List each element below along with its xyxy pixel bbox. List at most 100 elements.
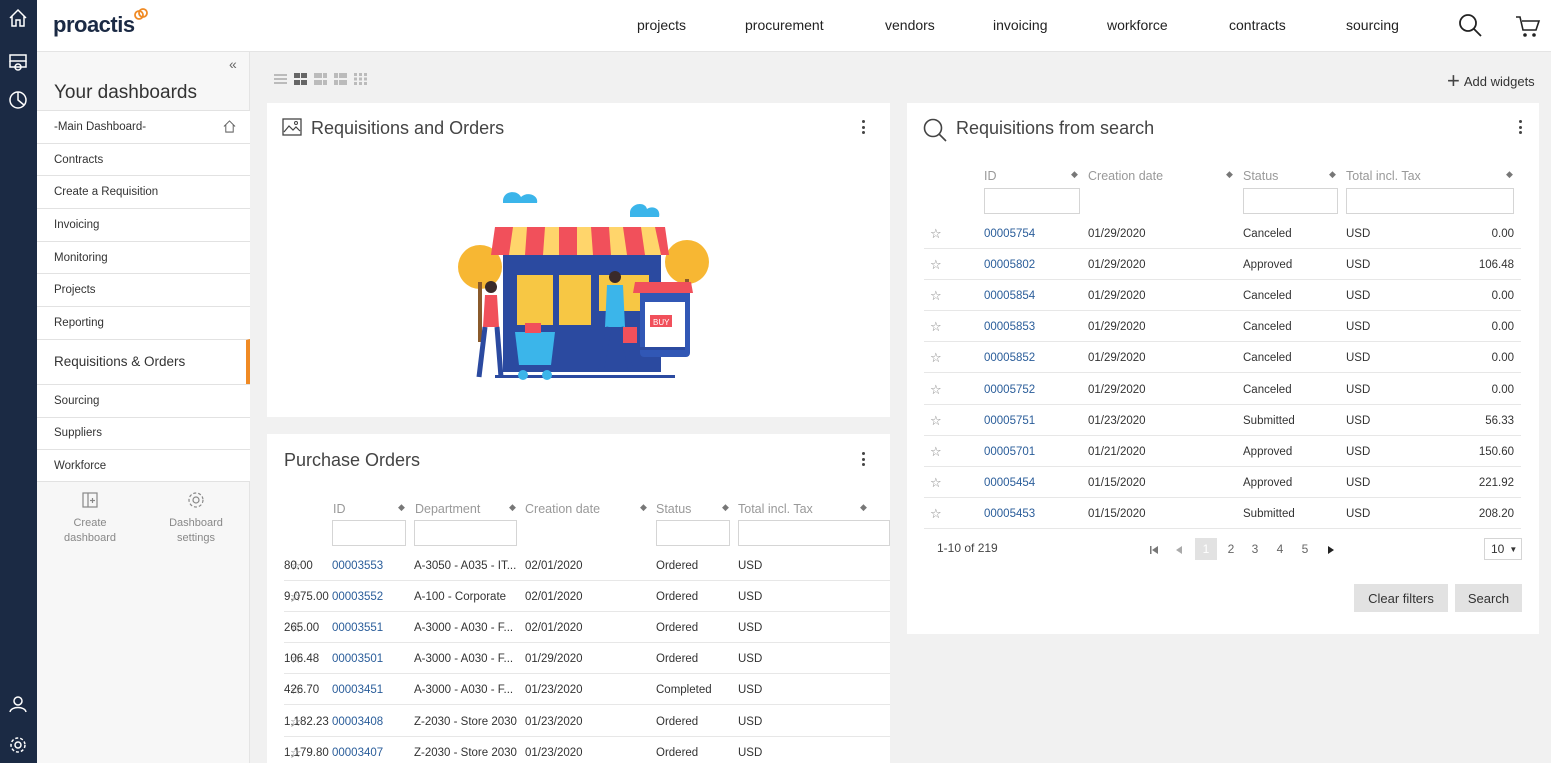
cell-id[interactable]: 00003501 <box>332 653 383 665</box>
cell-id[interactable]: 00003551 <box>332 622 383 634</box>
search-icon[interactable] <box>1457 12 1483 38</box>
page-2[interactable]: 2 <box>1220 538 1242 560</box>
cell-id[interactable]: 00005751 <box>984 415 1035 427</box>
cell-id[interactable]: 00003408 <box>332 716 383 728</box>
sidebar-item-monitoring[interactable]: Monitoring <box>37 240 250 274</box>
cell-id[interactable]: 00003553 <box>332 560 383 572</box>
filter-status-input[interactable] <box>1243 188 1338 214</box>
settings-icon[interactable] <box>6 733 30 757</box>
column-header-status[interactable]: Status <box>656 502 691 516</box>
favorite-star-icon[interactable]: ☆ <box>930 226 942 242</box>
nav-invoicing[interactable]: invoicing <box>993 17 1047 33</box>
filter-department-input[interactable] <box>414 520 517 546</box>
column-header-status[interactable]: Status <box>1243 169 1278 183</box>
table-row[interactable]: ☆ 00005854 01/29/2020 Canceled USD 0.00 <box>924 280 1521 312</box>
layout-wide-right-icon[interactable] <box>334 72 347 85</box>
per-page-select[interactable]: 10 ▼ <box>1484 538 1522 560</box>
analytics-icon[interactable] <box>6 88 30 112</box>
layout-two-column-icon[interactable] <box>294 72 307 85</box>
page-5[interactable]: 5 <box>1294 538 1316 560</box>
table-row[interactable]: ☆ 00003553 A-3050 - A035 - IT... 02/01/2020… <box>284 550 890 581</box>
page-1[interactable]: 1 <box>1195 538 1217 560</box>
favorite-star-icon[interactable]: ☆ <box>930 350 942 366</box>
next-page-icon[interactable] <box>1325 544 1337 556</box>
filter-id-input[interactable] <box>984 188 1080 214</box>
sidebar-item-projects[interactable]: Projects <box>37 273 250 307</box>
cart-icon[interactable] <box>1515 13 1541 39</box>
table-row[interactable]: ☆ 00005754 01/29/2020 Canceled USD 0.00 <box>924 218 1521 249</box>
proactis-logo[interactable]: proactis <box>53 8 148 38</box>
add-widgets-button[interactable]: + Add widgets <box>1447 68 1535 94</box>
nav-contracts[interactable]: contracts <box>1229 17 1286 33</box>
sort-icon[interactable]: ◆ <box>1226 169 1233 180</box>
sidebar-item-invoicing[interactable]: Invoicing <box>37 208 250 241</box>
nav-sourcing[interactable]: sourcing <box>1346 17 1399 33</box>
sort-icon[interactable]: ◆ <box>860 502 867 513</box>
sidebar-item-reporting[interactable]: Reporting <box>37 306 250 339</box>
page-3[interactable]: 3 <box>1244 538 1266 560</box>
cell-id[interactable]: 00005453 <box>984 508 1035 520</box>
favorite-star-icon[interactable]: ☆ <box>930 444 942 460</box>
column-header-id[interactable]: ID <box>984 169 997 183</box>
sort-icon[interactable]: ◆ <box>1506 169 1513 180</box>
cell-id[interactable]: 00005754 <box>984 228 1035 240</box>
cell-id[interactable]: 00005802 <box>984 259 1035 271</box>
home-icon[interactable] <box>6 6 30 30</box>
column-header-id[interactable]: ID <box>333 502 346 516</box>
column-header-creation-date[interactable]: Creation date <box>525 502 600 516</box>
table-row[interactable]: ☆ 00005751 01/23/2020 Submitted USD 56.33 <box>924 405 1521 436</box>
sidebar-item-contracts[interactable]: Contracts <box>37 142 250 176</box>
filter-total-input[interactable] <box>738 520 890 546</box>
column-header-total[interactable]: Total incl. Tax <box>1346 169 1421 183</box>
sort-icon[interactable]: ◆ <box>398 502 405 513</box>
sort-icon[interactable]: ◆ <box>509 502 516 513</box>
widget-menu-icon[interactable] <box>1519 120 1523 136</box>
favorite-star-icon[interactable]: ☆ <box>930 413 942 429</box>
nav-vendors[interactable]: vendors <box>885 17 935 33</box>
widget-menu-icon[interactable] <box>862 120 866 136</box>
sort-icon[interactable]: ◆ <box>722 502 729 513</box>
cell-id[interactable]: 00003407 <box>332 747 383 759</box>
sidebar-item-workforce[interactable]: Workforce <box>37 449 250 482</box>
table-row[interactable]: ☆ 00005701 01/21/2020 Approved USD 150.60 <box>924 436 1521 467</box>
sidebar-item-main-dashboard[interactable]: -Main Dashboard- <box>37 110 250 143</box>
layout-wide-left-icon[interactable] <box>314 72 327 85</box>
page-4[interactable]: 4 <box>1269 538 1291 560</box>
table-row[interactable]: ☆ 00003407 Z-2030 - Store 2030 01/23/2020 Or… <box>284 737 890 763</box>
collapse-sidebar-icon[interactable]: « <box>229 56 237 72</box>
table-row[interactable]: ☆ 00003501 A-3000 - A030 - F... 01/29/2020 O… <box>284 643 890 675</box>
favorite-star-icon[interactable]: ☆ <box>930 382 942 398</box>
clear-filters-button[interactable]: Clear filters <box>1354 584 1448 612</box>
filter-total-input[interactable] <box>1346 188 1514 214</box>
favorite-star-icon[interactable]: ☆ <box>930 288 942 304</box>
table-row[interactable]: ☆ 00003451 A-3000 - A030 - F... 01/23/2020 C… <box>284 674 890 706</box>
previous-page-icon[interactable] <box>1173 544 1185 556</box>
table-row[interactable]: ☆ 00003408 Z-2030 - Store 2030 01/23/2020 Or… <box>284 706 890 737</box>
table-row[interactable]: ☆ 00005853 01/29/2020 Canceled USD 0.00 <box>924 311 1521 343</box>
cell-id[interactable]: 00005701 <box>984 446 1035 458</box>
favorite-star-icon[interactable]: ☆ <box>930 506 942 522</box>
table-row[interactable]: ☆ 00005802 01/29/2020 Approved USD 106.48 <box>924 249 1521 281</box>
table-row[interactable]: ☆ 00005454 01/15/2020 Approved USD 221.92 <box>924 467 1521 498</box>
favorite-star-icon[interactable]: ☆ <box>930 319 942 335</box>
table-row[interactable]: ☆ 00005453 01/15/2020 Submitted USD 208.20 <box>924 498 1521 529</box>
sidebar-item-requisitions-orders[interactable]: Requisitions & Orders <box>37 338 250 384</box>
column-header-department[interactable]: Department <box>415 502 480 516</box>
sort-icon[interactable]: ◆ <box>1071 169 1078 180</box>
sort-icon[interactable]: ◆ <box>640 502 647 513</box>
layout-list-icon[interactable] <box>274 72 287 84</box>
filter-id-input[interactable] <box>332 520 406 546</box>
sidebar-item-suppliers[interactable]: Suppliers <box>37 416 250 450</box>
table-row[interactable]: ☆ 00005752 01/29/2020 Canceled USD 0.00 <box>924 374 1521 405</box>
first-page-icon[interactable] <box>1148 544 1160 556</box>
cell-id[interactable]: 00005852 <box>984 352 1035 364</box>
sort-icon[interactable]: ◆ <box>1329 169 1336 180</box>
nav-workforce[interactable]: workforce <box>1107 17 1168 33</box>
column-header-creation-date[interactable]: Creation date <box>1088 169 1163 183</box>
table-row[interactable]: ☆ 00005852 01/29/2020 Canceled USD 0.00 <box>924 342 1521 374</box>
table-row[interactable]: ☆ 00003552 A-100 - Corporate 02/01/2020 Orde… <box>284 581 890 613</box>
dashboard-settings-button[interactable]: Dashboard settings <box>143 490 249 546</box>
nav-projects[interactable]: projects <box>637 17 686 33</box>
inbox-icon[interactable] <box>6 50 30 74</box>
create-dashboard-button[interactable]: Create dashboard <box>37 490 143 546</box>
